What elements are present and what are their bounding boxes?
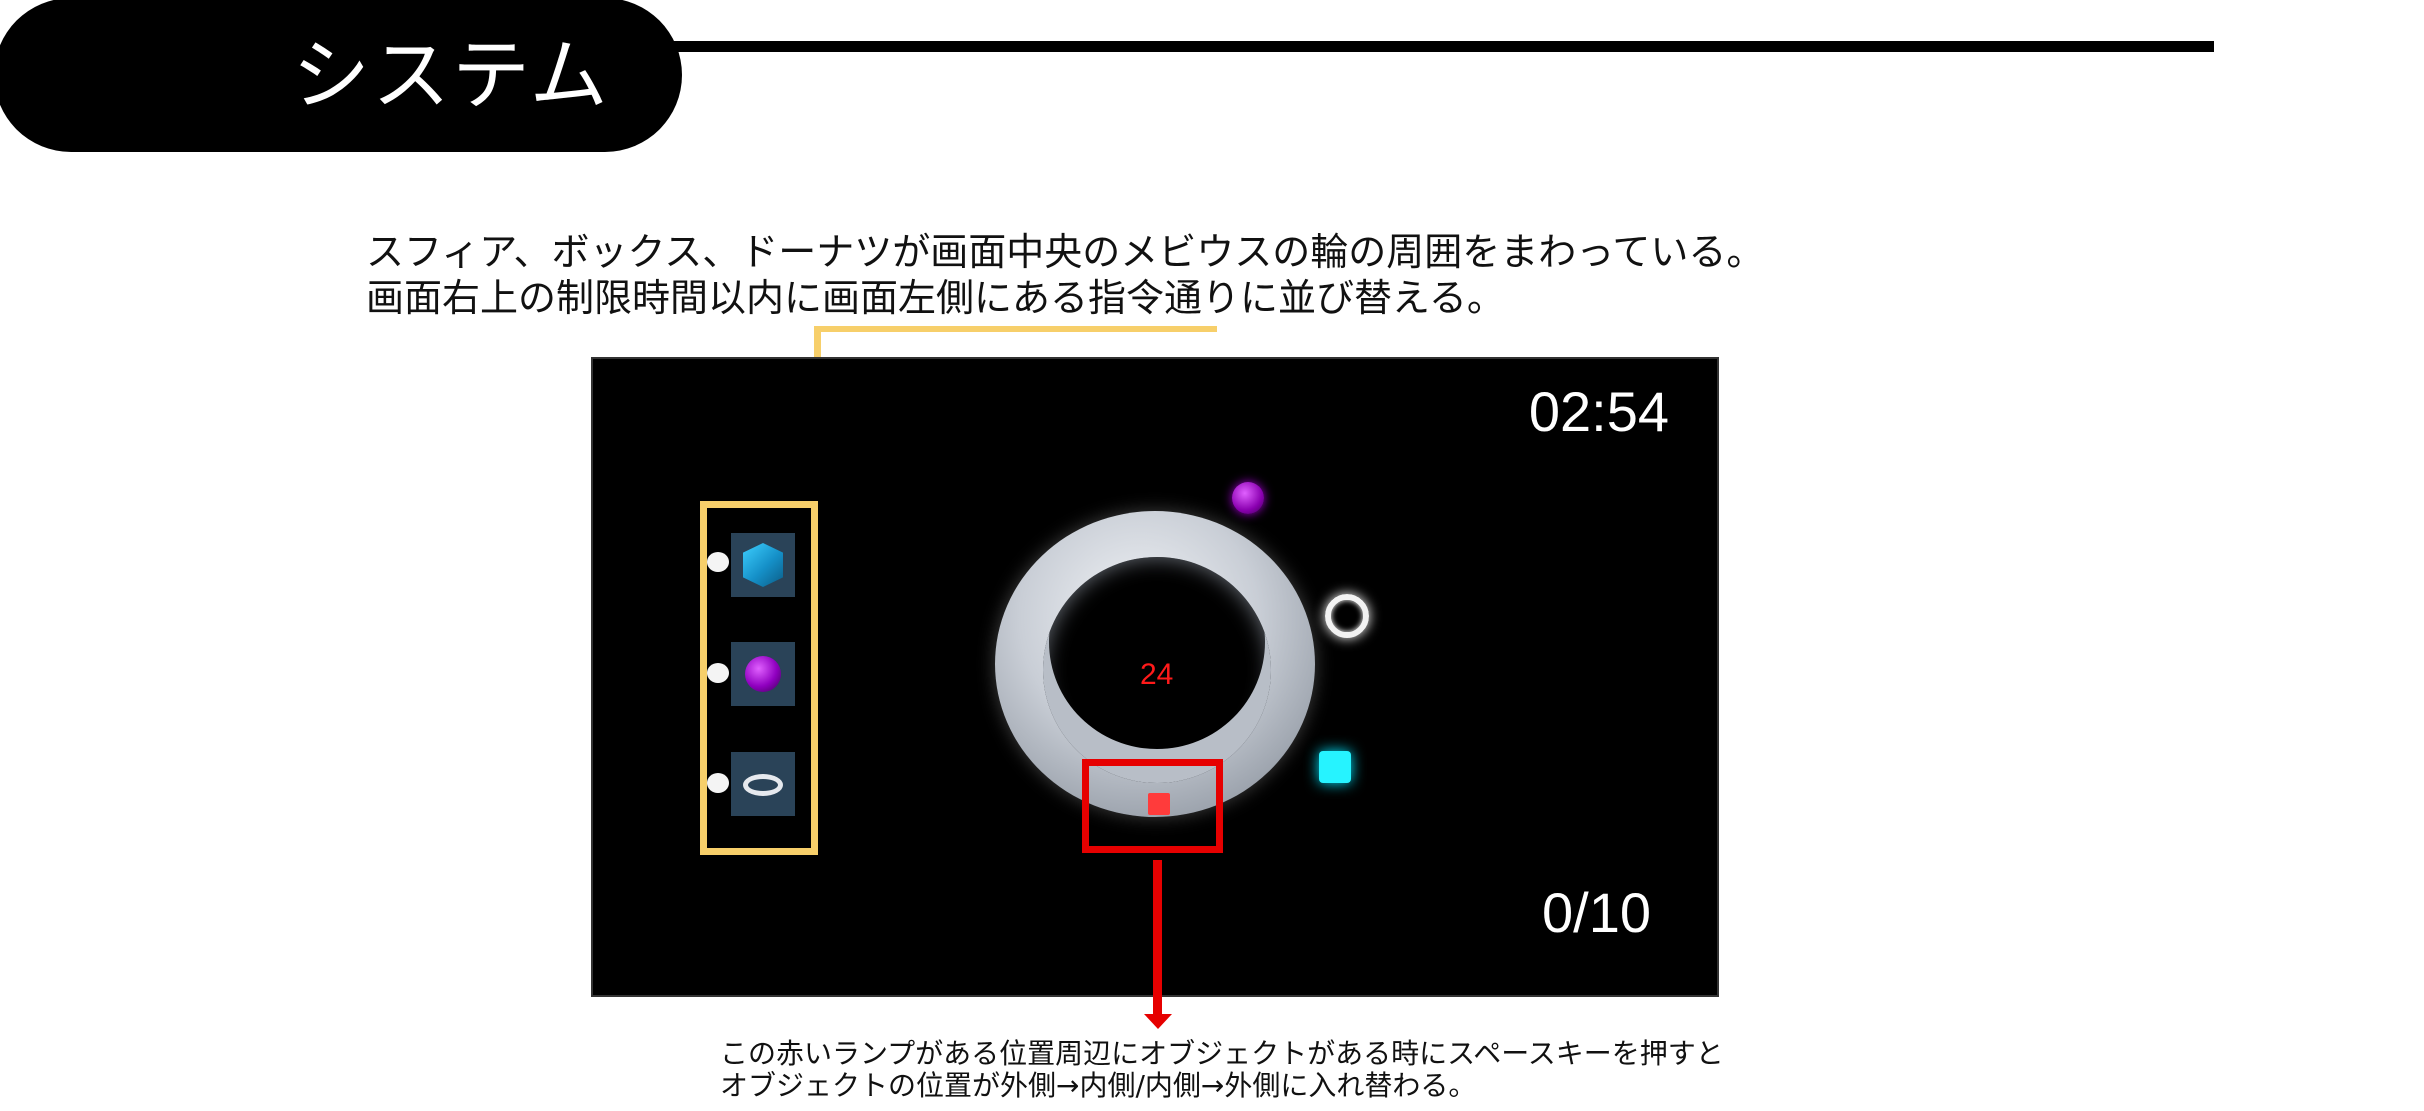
section-title: システム [292, 31, 610, 121]
description-line-1: スフィア、ボックス、ドーナツが画面中央のメビウスの輪の周囲をまわっている。 [366, 230, 1765, 274]
description: スフィア、ボックス、ドーナツが画面中央のメビウスの輪の周囲をまわっている。 画面… [366, 229, 1764, 321]
purple-sphere-icon [1232, 482, 1264, 514]
command-slot-3 [731, 752, 795, 816]
description-line-2: 画面右上の制限時間以内に画面左側にある指令通りに並び替える。 [366, 276, 1505, 320]
torus-icon [743, 774, 783, 796]
command-indicator-dot [707, 663, 729, 683]
command-indicator-dot [707, 773, 729, 793]
arrow-down-icon [1144, 1014, 1172, 1029]
white-torus-icon [1325, 594, 1369, 638]
lamp-note: この赤いランプがある位置周辺にオブジェクトがある時にスペースキーを押すと オブジ… [720, 1038, 1724, 1102]
header-underline [640, 41, 2214, 52]
center-counter: 24 [1140, 658, 1174, 691]
callout-arrow-yellow-horizontal [815, 326, 1217, 332]
timer-display: 02:54 [1528, 380, 1669, 443]
command-indicator-dot [707, 552, 729, 572]
lamp-note-line-2: オブジェクトの位置が外側→内側/内側→外側に入れ替わる。 [720, 1069, 1477, 1102]
score-display: 0/10 [1542, 881, 1651, 944]
callout-arrow-red [1153, 860, 1162, 1016]
lamp-note-line-1: この赤いランプがある位置周辺にオブジェクトがある時にスペースキーを押すと [720, 1037, 1724, 1070]
command-slot-2 [731, 642, 795, 706]
sphere-icon [745, 656, 781, 692]
lamp-highlight-box [1082, 759, 1223, 853]
cube-icon [743, 543, 783, 587]
cyan-box-icon [1319, 751, 1351, 783]
command-slot-1 [731, 533, 795, 597]
